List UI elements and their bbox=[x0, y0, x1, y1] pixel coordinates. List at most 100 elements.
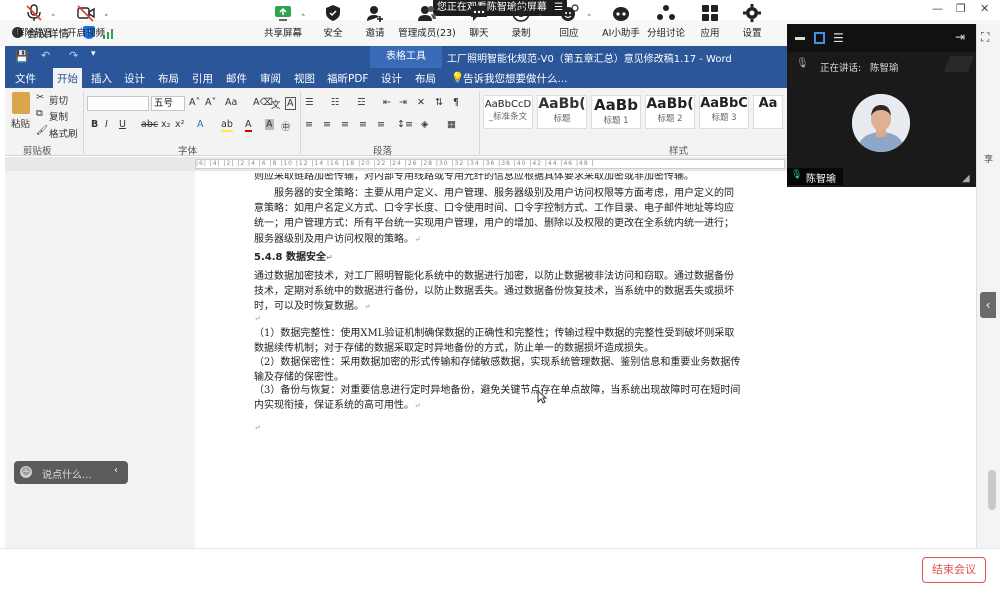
font-size-select[interactable]: 五号 bbox=[151, 96, 185, 111]
cut-icon[interactable]: ✂ bbox=[36, 92, 44, 103]
copy-button[interactable]: 复制 bbox=[49, 109, 68, 123]
subscript-icon[interactable]: x₂ bbox=[161, 119, 170, 130]
tab-layout[interactable]: 布局 bbox=[158, 71, 179, 86]
numbering-icon[interactable]: ☷ bbox=[331, 97, 340, 108]
breakout-button[interactable]: 分组讨论 bbox=[646, 4, 686, 39]
horizontal-ruler[interactable]: |6| |4| |2| |2 |4 |6 |8 |10 |12 |14 |16 … bbox=[195, 159, 785, 169]
restore-button[interactable]: ❐ bbox=[956, 2, 966, 15]
ai-assistant-button[interactable]: AI小助手 bbox=[600, 4, 642, 39]
change-case-icon[interactable]: Aa bbox=[225, 97, 237, 108]
start-video-button[interactable]: 开启视频 bbox=[64, 4, 108, 39]
style-standard[interactable]: AaBbCcD _标准条文 bbox=[483, 95, 533, 129]
tab-design[interactable]: 设计 bbox=[124, 71, 145, 86]
copy-icon[interactable]: ⧉ bbox=[36, 108, 43, 119]
share-screen-button[interactable]: 共享屏幕 bbox=[262, 4, 304, 39]
chevron-up-icon[interactable]: ˄ bbox=[301, 14, 306, 24]
collapse-panel-button[interactable]: ‹ bbox=[980, 292, 996, 318]
align-right-icon[interactable]: ≡ bbox=[341, 119, 349, 130]
list-view-icon[interactable]: ☰ bbox=[833, 31, 844, 45]
grow-font-icon[interactable]: A˄ bbox=[189, 97, 200, 108]
style-title[interactable]: AaBb( 标题 bbox=[537, 95, 587, 129]
chevron-up-icon[interactable]: ˄ bbox=[587, 14, 592, 24]
justify-icon[interactable]: ≡ bbox=[359, 119, 367, 130]
line-spacing-icon[interactable]: ↕≡ bbox=[397, 119, 413, 130]
chevron-up-icon[interactable]: ˄ bbox=[51, 14, 56, 24]
clear-format-icon[interactable]: A⌫ bbox=[253, 97, 273, 108]
tab-file[interactable]: 文件 bbox=[15, 71, 36, 86]
style-more[interactable]: Aa bbox=[753, 95, 783, 129]
unmute-button[interactable]: 解除静音 bbox=[12, 4, 56, 39]
chat-button[interactable]: 聊天 bbox=[466, 4, 492, 39]
highlight-icon[interactable]: ab bbox=[221, 119, 233, 132]
tab-references[interactable]: 引用 bbox=[192, 71, 213, 86]
phonetic-icon[interactable]: 文 bbox=[271, 97, 281, 111]
borders-icon[interactable]: ▦ bbox=[447, 119, 456, 130]
shading-icon[interactable]: ◈ bbox=[421, 119, 428, 130]
decrease-indent-icon[interactable]: ⇤ bbox=[383, 97, 391, 108]
format-painter-icon[interactable]: 🖌 bbox=[36, 125, 48, 136]
strikethrough-icon[interactable]: abc bbox=[141, 119, 158, 130]
close-button[interactable]: ✕ bbox=[980, 2, 989, 15]
chevron-left-icon[interactable]: ‹ bbox=[114, 465, 118, 476]
save-icon[interactable]: 💾 bbox=[15, 50, 29, 63]
char-border-icon[interactable]: A bbox=[285, 97, 296, 110]
char-shading-icon[interactable]: A bbox=[265, 119, 274, 130]
end-meeting-button[interactable]: 结束会议 bbox=[922, 557, 986, 583]
security-button[interactable]: 安全 bbox=[318, 4, 348, 39]
tab-table-design[interactable]: 设计 bbox=[381, 71, 402, 86]
reaction-button[interactable]: 回应 bbox=[556, 4, 582, 39]
tab-review[interactable]: 审阅 bbox=[260, 71, 281, 86]
scrollbar-thumb[interactable] bbox=[988, 470, 996, 510]
bold-icon[interactable]: B bbox=[91, 119, 98, 130]
invite-button[interactable]: 邀请 bbox=[360, 4, 390, 39]
fullscreen-icon[interactable]: ⛶ bbox=[981, 30, 989, 45]
align-left-icon[interactable]: ≡ bbox=[305, 119, 313, 130]
exit-panel-icon[interactable]: ⇥ bbox=[955, 30, 965, 44]
chevron-up-icon[interactable]: ˄ bbox=[104, 14, 109, 24]
tab-home[interactable]: 开始 bbox=[53, 68, 82, 88]
italic-icon[interactable]: I bbox=[105, 119, 108, 130]
text-effects-icon[interactable]: A bbox=[197, 119, 204, 130]
format-painter-button[interactable]: 格式刷 bbox=[49, 126, 78, 140]
sort-icon[interactable]: ⇅ bbox=[435, 97, 443, 108]
settings-button[interactable]: 设置 bbox=[739, 4, 765, 39]
align-center-icon[interactable]: ≡ bbox=[323, 119, 331, 130]
tab-table-layout[interactable]: 布局 bbox=[415, 71, 436, 86]
resize-handle-icon[interactable]: ◢ bbox=[962, 173, 970, 184]
tab-mailings[interactable]: 邮件 bbox=[226, 71, 247, 86]
minimize-button[interactable]: — bbox=[932, 2, 943, 15]
distributed-icon[interactable]: ≡ bbox=[377, 119, 385, 130]
style-heading1[interactable]: AaBb 标题 1 bbox=[591, 95, 641, 129]
increase-indent-icon[interactable]: ⇥ bbox=[399, 97, 407, 108]
single-view-icon[interactable] bbox=[814, 32, 825, 44]
chinese-layout-icon[interactable]: ✕ bbox=[417, 97, 425, 108]
tell-me-input[interactable]: 告诉我您想要做什么... bbox=[463, 71, 568, 86]
cut-button[interactable]: 剪切 bbox=[49, 93, 68, 107]
chat-input[interactable]: ☺ 说点什么... ‹ bbox=[14, 461, 128, 484]
shrink-font-icon[interactable]: A˅ bbox=[205, 97, 216, 108]
tab-view[interactable]: 视图 bbox=[294, 71, 315, 86]
customize-qat-icon[interactable]: ▾ bbox=[91, 49, 96, 59]
font-name-select[interactable] bbox=[87, 96, 149, 111]
font-color-icon[interactable]: A bbox=[245, 119, 252, 132]
minimize-panel-icon[interactable] bbox=[795, 37, 805, 40]
record-button[interactable]: 录制 bbox=[508, 4, 534, 39]
tab-foxit-pdf[interactable]: 福昕PDF bbox=[327, 71, 368, 86]
style-heading3[interactable]: AaBbC 标题 3 bbox=[699, 95, 749, 129]
underline-icon[interactable]: U bbox=[119, 119, 126, 130]
redo-icon[interactable]: ↷ bbox=[69, 49, 78, 62]
enclose-char-icon[interactable]: ㊥ bbox=[281, 119, 291, 133]
undo-icon[interactable]: ↶ bbox=[41, 49, 50, 62]
superscript-icon[interactable]: x² bbox=[175, 119, 184, 130]
multilevel-list-icon[interactable]: ☲ bbox=[357, 97, 366, 108]
bullets-icon[interactable]: ☰ bbox=[305, 97, 314, 108]
style-heading2[interactable]: AaBb( 标题 2 bbox=[645, 95, 695, 129]
apps-button[interactable]: 应用 bbox=[697, 4, 723, 39]
paste-button[interactable]: 粘贴 bbox=[11, 116, 30, 130]
emoji-icon[interactable]: ☺ bbox=[20, 466, 32, 478]
chevron-up-icon[interactable]: ˄ bbox=[538, 14, 543, 24]
manage-members-button[interactable]: 管理成员(23) bbox=[398, 4, 456, 39]
tab-insert[interactable]: 插入 bbox=[91, 71, 112, 86]
paste-icon[interactable] bbox=[12, 92, 30, 114]
show-marks-icon[interactable]: ¶ bbox=[453, 97, 459, 108]
